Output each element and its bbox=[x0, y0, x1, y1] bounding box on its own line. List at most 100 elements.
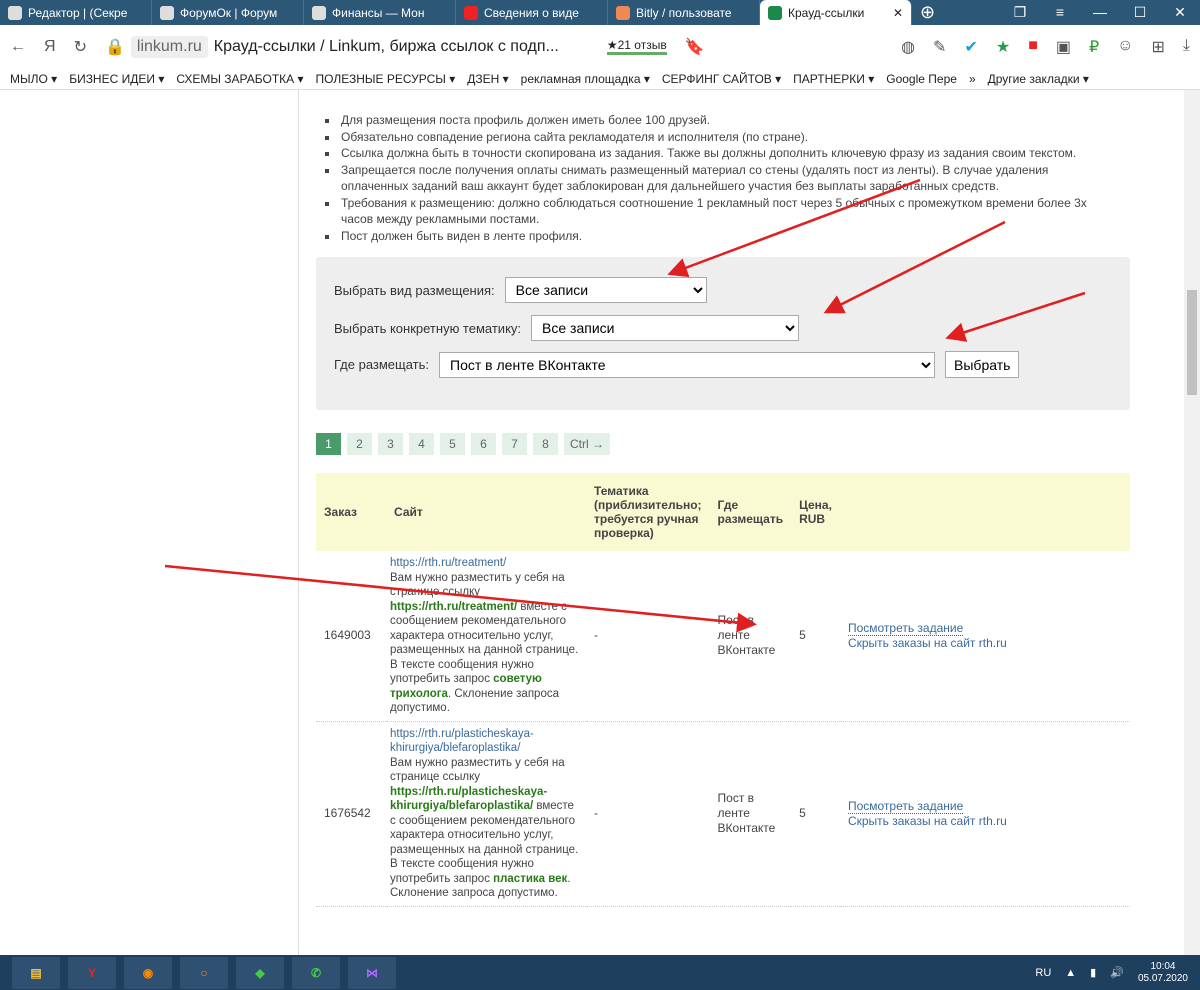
language-indicator[interactable]: RU bbox=[1035, 967, 1051, 979]
bookmark-item[interactable]: СЕРФИНГ САЙТОВ ▾ bbox=[662, 72, 781, 86]
whatsapp-icon[interactable]: ✆ bbox=[292, 956, 340, 989]
clock[interactable]: 10:04 05.07.2020 bbox=[1138, 961, 1188, 985]
next-page[interactable]: Ctrl → bbox=[564, 433, 610, 455]
scrollbar[interactable] bbox=[1184, 90, 1200, 955]
bookmark-item[interactable]: рекламная площадка ▾ bbox=[521, 72, 650, 86]
bookmark-item[interactable]: МЫЛО ▾ bbox=[10, 72, 57, 86]
site-link[interactable]: https://rth.ru/plasticheskaya-khirurgiya… bbox=[390, 728, 534, 755]
bookmarks-overflow[interactable]: » bbox=[969, 72, 976, 86]
page-8[interactable]: 8 bbox=[533, 433, 558, 455]
reviews-badge[interactable]: ★21 отзыв bbox=[606, 38, 667, 55]
rule-item: Ссылка должна быть в точности скопирован… bbox=[339, 145, 1119, 162]
close-window-button[interactable]: ✕ bbox=[1160, 0, 1200, 25]
star-icon[interactable]: ★ bbox=[996, 37, 1010, 57]
tray-arrow-icon[interactable]: ▲ bbox=[1065, 967, 1076, 979]
tab-favicon-icon bbox=[616, 5, 630, 20]
bookmark-icon[interactable]: 🔖 bbox=[685, 37, 705, 57]
page-7[interactable]: 7 bbox=[502, 433, 527, 455]
ruble-icon[interactable]: ₽ bbox=[1089, 37, 1099, 57]
bookmark-item[interactable]: ПАРТНЕРКИ ▾ bbox=[793, 72, 874, 86]
page-6[interactable]: 6 bbox=[471, 433, 496, 455]
actions-cell: Посмотреть задание Скрыть заказы на сайт … bbox=[839, 551, 1130, 722]
file-explorer-icon[interactable]: ▤ bbox=[12, 956, 60, 989]
col-actions bbox=[840, 473, 1130, 551]
close-tab-icon[interactable]: ✕ bbox=[893, 6, 903, 20]
minimize-button[interactable]: — bbox=[1080, 0, 1120, 25]
placement-type-select[interactable]: Все записи bbox=[504, 277, 707, 303]
maximize-button[interactable]: ☐ bbox=[1120, 0, 1160, 25]
price-cell: 5 bbox=[791, 721, 840, 907]
topic-cell: - bbox=[586, 551, 710, 722]
browser-tab-active[interactable]: Крауд-ссылки ✕ bbox=[760, 0, 912, 25]
bookmark-item[interactable]: ПОЛЕЗНЫЕ РЕСУРСЫ ▾ bbox=[316, 72, 456, 86]
bookmarks-bar: МЫЛО ▾ БИЗНЕС ИДЕИ ▾ СХЕМЫ ЗАРАБОТКА ▾ П… bbox=[0, 68, 1200, 90]
col-where: Где размещать bbox=[717, 498, 784, 526]
check-icon[interactable]: ✔ bbox=[964, 37, 977, 57]
adblock-off-icon[interactable]: ■ bbox=[1028, 37, 1038, 57]
order-id: 1649003 bbox=[316, 551, 386, 722]
where-select[interactable]: Пост в ленте ВКонтакте bbox=[439, 351, 936, 378]
rule-item: Пост должен быть виден в ленте профиля. bbox=[339, 228, 1119, 245]
tab-favicon-icon bbox=[312, 5, 326, 20]
site-link[interactable]: https://rth.ru/treatment/ bbox=[390, 557, 506, 569]
volume-icon[interactable]: 🔊 bbox=[1110, 966, 1124, 979]
bookmark-item[interactable]: ДЗЕН ▾ bbox=[467, 72, 508, 86]
where-cell: Пост в ленте ВКонтакте bbox=[709, 551, 792, 722]
yandex-browser-icon[interactable]: Y bbox=[68, 956, 116, 989]
tab-favicon-icon bbox=[768, 5, 782, 20]
page-5[interactable]: 5 bbox=[440, 433, 465, 455]
where-cell: Пост в ленте ВКонтакте bbox=[709, 721, 792, 907]
page-4[interactable]: 4 bbox=[409, 433, 434, 455]
extension-icon[interactable]: ✎ bbox=[933, 37, 946, 57]
firefox-icon[interactable]: ◉ bbox=[124, 956, 172, 989]
topic-label: Выбрать конкретную тематику: bbox=[334, 320, 522, 336]
page-3[interactable]: 3 bbox=[378, 433, 403, 455]
visual-studio-icon[interactable]: ⋈ bbox=[348, 956, 396, 989]
new-tab-button[interactable]: ⊕ bbox=[912, 0, 952, 25]
yandex-icon[interactable]: Я bbox=[44, 38, 56, 56]
table-row: 1676542 https://rth.ru/plasticheskaya-kh… bbox=[316, 721, 1130, 907]
price-cell: 5 bbox=[791, 551, 840, 722]
lock-icon: 🔒 bbox=[104, 38, 125, 56]
translate-icon[interactable]: ⊞ bbox=[1152, 37, 1165, 57]
reload-icon[interactable]: ↻ bbox=[74, 37, 87, 57]
notification-icon[interactable]: ▣ bbox=[1056, 37, 1071, 57]
type-label: Выбрать вид размещения: bbox=[334, 282, 495, 298]
hide-orders-link[interactable]: Скрыть заказы на сайт rth.ru bbox=[848, 636, 1007, 650]
hide-orders-link[interactable]: Скрыть заказы на сайт rth.ru bbox=[848, 814, 1007, 828]
view-task-link[interactable]: Посмотреть задание bbox=[847, 620, 964, 636]
globe-icon[interactable]: ◍ bbox=[901, 37, 915, 57]
where-label: Где размещать: bbox=[334, 357, 430, 372]
youtube-icon bbox=[464, 5, 478, 20]
page-1[interactable]: 1 bbox=[316, 433, 341, 455]
tab-strip: Редактор | (Секре ФорумОк | Форум Финанс… bbox=[0, 0, 1200, 25]
table-row: 1649003 https://rth.ru/treatment/Вам нуж… bbox=[316, 551, 1130, 722]
browser-tab[interactable]: Сведения о виде bbox=[456, 0, 608, 25]
bookmark-item[interactable]: СХЕМЫ ЗАРАБОТКА ▾ bbox=[176, 72, 303, 86]
browser-tab[interactable]: Редактор | (Секре bbox=[0, 0, 152, 25]
scrollbar-thumb[interactable] bbox=[1187, 290, 1197, 395]
browser-tab[interactable]: ФорумОк | Форум bbox=[152, 0, 304, 25]
bookmark-item[interactable]: БИЗНЕС ИДЕИ ▾ bbox=[69, 72, 164, 86]
actions-cell: Посмотреть задание Скрыть заказы на сайт … bbox=[839, 721, 1130, 907]
page-2[interactable]: 2 bbox=[347, 433, 372, 455]
ok-icon[interactable]: ○ bbox=[180, 956, 228, 989]
bookmark-item[interactable]: Google Пере bbox=[886, 72, 957, 86]
bookmarks-panel-icon[interactable]: ❐ bbox=[1000, 0, 1040, 25]
network-icon[interactable]: ▮ bbox=[1090, 966, 1096, 979]
col-price: Цена, RUB bbox=[799, 498, 832, 526]
browser-tab[interactable]: Bitly / пользовате bbox=[608, 0, 760, 25]
choose-button[interactable]: Выбрать bbox=[945, 351, 1020, 378]
menu-icon[interactable]: ≡ bbox=[1040, 0, 1080, 25]
download-icon[interactable]: ⤓ bbox=[1183, 37, 1190, 57]
app-icon[interactable]: ◆ bbox=[236, 956, 284, 989]
col-order: Заказ bbox=[324, 505, 357, 519]
topic-select[interactable]: Все записи bbox=[531, 315, 800, 341]
view-task-link[interactable]: Посмотреть задание bbox=[847, 798, 964, 814]
back-icon[interactable]: ← bbox=[10, 38, 26, 56]
mask-icon[interactable]: ☺ bbox=[1117, 37, 1133, 57]
other-bookmarks[interactable]: Другие закладки ▾ bbox=[988, 72, 1089, 86]
url-field[interactable]: 🔒 linkum.ru Крауд-ссылки / Linkum, биржа… bbox=[104, 35, 559, 58]
browser-tab[interactable]: Финансы — Мон bbox=[304, 0, 456, 25]
col-topic: Тематика (приблизительно; требуется ручн… bbox=[594, 484, 702, 540]
